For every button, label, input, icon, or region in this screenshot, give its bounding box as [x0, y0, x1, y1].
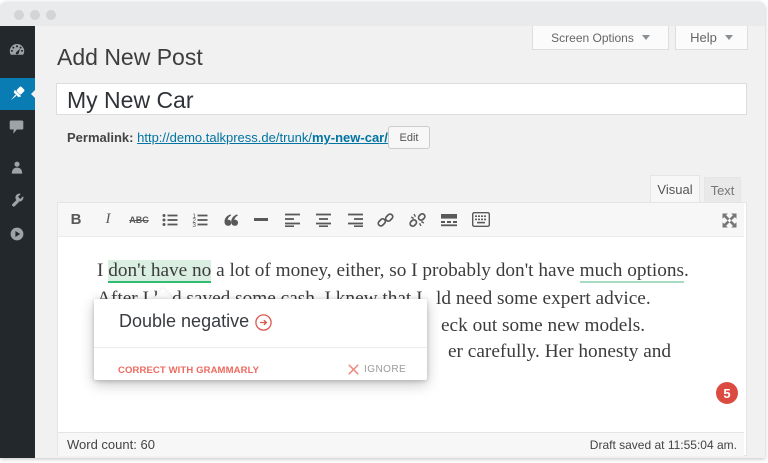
svg-text:3: 3	[192, 222, 196, 227]
